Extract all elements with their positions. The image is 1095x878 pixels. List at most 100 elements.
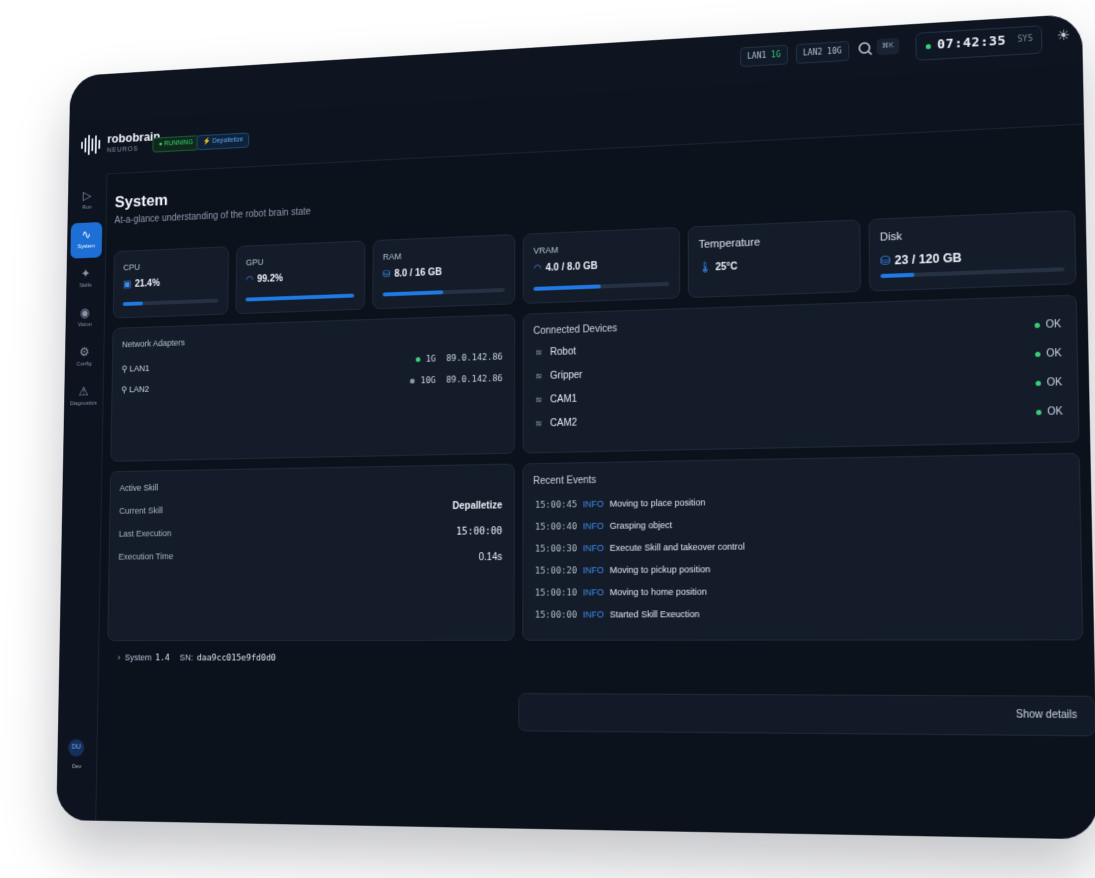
metric-label: CPU bbox=[123, 262, 141, 273]
kv-value: 15:00:00 bbox=[456, 526, 503, 538]
ram-usage-bar bbox=[382, 288, 505, 297]
clock-tag: SYS bbox=[1017, 33, 1033, 44]
device-status: OK bbox=[1035, 377, 1062, 389]
sidebar: ▷ Run ∿ System ✦ Skills ◉ Vision ⚙ Config ⚠ Di… bbox=[56, 173, 108, 821]
event-row: 15:00:10 INFO Moving to home position bbox=[534, 586, 707, 599]
gauge-icon: ◠ bbox=[533, 263, 542, 275]
event-row: 15:00:20 INFO Moving to pickup position bbox=[534, 564, 711, 577]
gear-icon: ⚙ bbox=[79, 344, 90, 359]
card-title: Recent Events bbox=[533, 474, 597, 488]
device-row-cam1: ≋ CAM1 bbox=[535, 393, 577, 406]
eye-icon: ◉ bbox=[79, 305, 91, 320]
nav-label: Diagnostics bbox=[69, 400, 97, 408]
system-info-toggle[interactable]: › System 1.4 SN: daa9cc015e9fd0d0 bbox=[118, 653, 282, 664]
wifi-icon: ≋ bbox=[535, 371, 543, 382]
event-row: 15:00:40 INFO Grasping object bbox=[534, 519, 673, 533]
metric-card-temperature: Temperature 🌡︎ 25°C bbox=[687, 219, 862, 299]
device-status: OK bbox=[1035, 406, 1063, 418]
nav-vision[interactable]: ◉ Vision bbox=[69, 300, 101, 337]
gpu-usage-bar bbox=[245, 293, 355, 302]
device-status: OK bbox=[1034, 348, 1062, 360]
logo[interactable]: robobrain NEUROS bbox=[81, 129, 160, 156]
wifi-icon: ≋ bbox=[535, 418, 543, 429]
shortcut-badge: ⌘K bbox=[876, 37, 899, 56]
metric-label: GPU bbox=[245, 257, 264, 268]
metric-label: VRAM bbox=[533, 244, 559, 256]
metric-card-vram: VRAM ◠ 4.0 / 8.0 GB bbox=[522, 227, 681, 304]
connected-devices-card: Connected Devices ≋ Robot OK ≋ Gripper OK … bbox=[522, 294, 1080, 454]
running-badge: ● RUNNING bbox=[152, 135, 200, 153]
metric-value: 🌡︎ 25°C bbox=[698, 261, 738, 274]
cpu-usage-bar bbox=[122, 298, 219, 306]
chip-icon: ▣ bbox=[122, 279, 132, 291]
card-title: Active Skill bbox=[119, 482, 159, 493]
nav-diagnostics[interactable]: ⚠ Diagnostics bbox=[67, 379, 99, 416]
disk-usage-bar bbox=[880, 267, 1065, 279]
card-title: Network Adapters bbox=[121, 337, 185, 350]
online-dot-icon bbox=[415, 357, 421, 363]
active-skill-card: Active Skill Current Skill Depalletize L… bbox=[107, 463, 515, 642]
nav-config[interactable]: ⚙ Config bbox=[68, 340, 100, 377]
avatar[interactable]: DU bbox=[68, 739, 85, 757]
network-icon: ⚲ bbox=[121, 384, 130, 395]
recent-events-card: Recent Events 15:00:45 INFO Moving to plac… bbox=[522, 452, 1084, 641]
device-row-cam2: ≋ CAM2 bbox=[535, 417, 577, 430]
warning-icon: ⚠ bbox=[78, 384, 89, 399]
kv-label: Current Skill bbox=[119, 505, 163, 516]
wifi-icon: ≋ bbox=[535, 347, 543, 358]
kv-label: Last Execution bbox=[118, 528, 172, 539]
event-row: 15:00:30 INFO Execute Skill and takeover c… bbox=[534, 541, 745, 555]
theme-toggle-sun-icon[interactable]: ☀ bbox=[1057, 27, 1071, 45]
search-icon[interactable] bbox=[856, 39, 874, 58]
metric-value: ⛁ 23 / 120 GB bbox=[880, 250, 962, 268]
wifi-icon: ≋ bbox=[535, 394, 543, 405]
main-content: System At-a-glance understanding of the … bbox=[104, 124, 1095, 840]
metric-value: ▣ 21.4% bbox=[122, 278, 160, 291]
show-details-button[interactable]: Show details bbox=[518, 693, 1095, 737]
adapter-status: 1G 89.0.142.86 bbox=[415, 353, 503, 365]
status-dot-icon bbox=[925, 43, 931, 50]
thermometer-icon: 🌡︎ bbox=[698, 262, 712, 274]
metric-label: RAM bbox=[382, 251, 402, 262]
drive-icon: ⛁ bbox=[382, 269, 391, 281]
user-name: Dev bbox=[71, 764, 82, 771]
gauge-icon: ◠ bbox=[245, 274, 254, 286]
lan1-chip: LAN1 1G bbox=[740, 44, 788, 68]
nav-label: Skills bbox=[79, 282, 92, 289]
nav-system[interactable]: ∿ System bbox=[70, 221, 103, 259]
nav-label: Run bbox=[82, 204, 92, 211]
event-row: 15:00:00 INFO Started Skill Exeuction bbox=[534, 609, 700, 621]
metric-card-disk: Disk ⛁ 23 / 120 GB bbox=[868, 210, 1077, 292]
metric-value: ⛁ 8.0 / 16 GB bbox=[382, 267, 443, 281]
status-dot-icon bbox=[1034, 351, 1040, 357]
network-icon: ⚲ bbox=[121, 363, 130, 374]
button-label: Show details bbox=[1015, 709, 1078, 722]
page-title: System bbox=[114, 190, 169, 212]
nav-label: System bbox=[77, 243, 95, 250]
logo-mark-icon bbox=[81, 134, 101, 155]
vram-usage-bar bbox=[533, 281, 670, 291]
system-clock: 07:42:35 SYS bbox=[915, 25, 1043, 61]
lan2-chip: LAN2 10G bbox=[795, 40, 849, 64]
card-title: Connected Devices bbox=[533, 323, 618, 337]
app-window: LAN1 1G LAN2 10G ⌘K 07:42:35 SYS ☀ robob… bbox=[56, 13, 1095, 840]
metric-label: Disk bbox=[879, 230, 902, 244]
metric-card-gpu: GPU ◠ 99.2% bbox=[235, 240, 366, 315]
kv-value: 0.14s bbox=[478, 551, 503, 564]
metric-card-ram: RAM ⛁ 8.0 / 16 GB bbox=[372, 234, 516, 310]
network-adapters-card: Network Adapters ⚲ LAN1 1G 89.0.142.86 ⚲… bbox=[110, 314, 516, 462]
kv-value: Depalletize bbox=[452, 500, 503, 512]
metric-label: Temperature bbox=[698, 236, 761, 251]
adapter-row: ⚲ LAN2 bbox=[121, 384, 150, 395]
device-row-robot: ≋ Robot bbox=[535, 346, 576, 359]
drive-icon: ⛁ bbox=[880, 253, 891, 268]
nav-run[interactable]: ▷ Run bbox=[71, 183, 103, 220]
nav-skills[interactable]: ✦ Skills bbox=[70, 261, 102, 298]
metric-card-cpu: CPU ▣ 21.4% bbox=[112, 246, 230, 319]
metric-value: ◠ 4.0 / 8.0 GB bbox=[533, 260, 598, 275]
status-dot-icon bbox=[1034, 322, 1040, 328]
active-skill-badge: ⚡ Depalletize bbox=[196, 132, 250, 151]
status-dot-icon bbox=[1035, 380, 1041, 386]
nav-label: Config bbox=[76, 361, 92, 368]
metric-value: ◠ 99.2% bbox=[245, 273, 283, 286]
